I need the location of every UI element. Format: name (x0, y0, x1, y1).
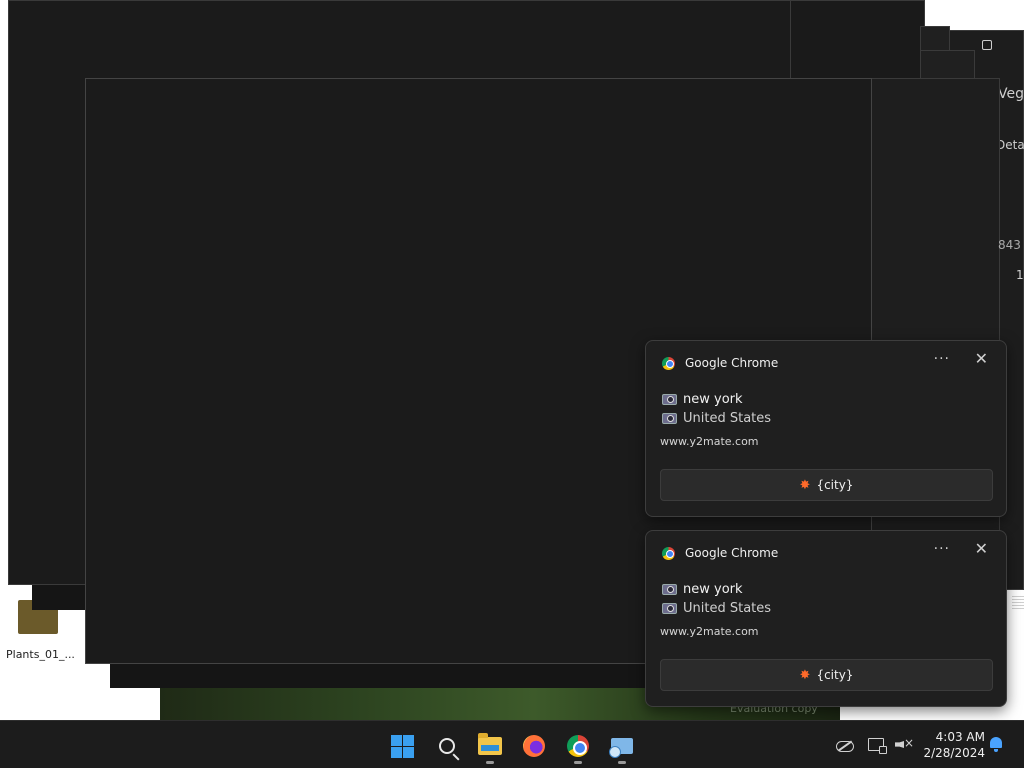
file-explorer-icon[interactable] (477, 733, 503, 759)
chrome-icon (662, 356, 675, 370)
running-indicator (574, 761, 582, 764)
background-window-top[interactable] (790, 0, 925, 80)
taskbar: 4:03 AM 2/28/2024 (0, 720, 1024, 768)
background-window-text: Vega (998, 86, 1024, 102)
chrome-icon (662, 546, 675, 560)
notification-action-button[interactable]: ✸ {city} (660, 469, 993, 501)
notification-action-label: {city} (816, 478, 854, 492)
chrome-glyph (567, 735, 589, 757)
window-shadow (32, 585, 92, 610)
notification-app-name: Google Chrome (685, 546, 779, 560)
notification-header: Google Chrome (662, 355, 778, 371)
desktop-icon-label[interactable]: Plants_01_... (6, 648, 75, 661)
clock-date: 2/28/2024 (923, 746, 985, 760)
notification-action-label: {city} (816, 668, 854, 682)
close-icon[interactable]: ✕ (975, 349, 988, 368)
chrome-notification[interactable]: Google Chrome ··· ✕ new york United Stat… (645, 530, 1007, 707)
background-window-text: 1 (1016, 268, 1024, 282)
notification-line: new york (662, 392, 743, 407)
notification-bell-icon[interactable] (989, 737, 1003, 752)
maximize-icon[interactable] (982, 40, 992, 50)
notification-title: new york (683, 582, 743, 597)
notification-header: Google Chrome (662, 545, 778, 561)
taskbar-clock[interactable]: 4:03 AM 2/28/2024 (921, 729, 985, 761)
notification-app-name: Google Chrome (685, 356, 779, 370)
notification-title: new york (683, 392, 743, 407)
notification-source-url: www.y2mate.com (660, 625, 759, 638)
camera-emoji-icon (662, 584, 677, 595)
network-icon[interactable] (868, 737, 887, 754)
firefox-glyph (523, 735, 545, 757)
notification-body: United States (683, 411, 772, 426)
background-window-text: 843 (998, 238, 1021, 252)
notification-line: new york (662, 582, 743, 597)
more-options-icon[interactable]: ··· (934, 351, 950, 367)
background-window-text: Detail (996, 138, 1024, 152)
start-icon-tile (391, 735, 402, 746)
start-icon[interactable] (389, 733, 415, 759)
more-options-icon[interactable]: ··· (934, 541, 950, 557)
window-shadow (110, 664, 670, 688)
chrome-notification[interactable]: Google Chrome ··· ✕ new york United Stat… (645, 340, 1007, 517)
onedrive-offline-icon[interactable] (836, 737, 854, 753)
burst-emoji-icon: ✸ (799, 667, 811, 683)
running-indicator (486, 761, 494, 764)
chrome-icon[interactable] (565, 733, 591, 759)
remote-desktop-glyph (609, 738, 633, 758)
notification-body: United States (683, 601, 772, 616)
notification-source-url: www.y2mate.com (660, 435, 759, 448)
search-icon[interactable] (434, 733, 460, 759)
remote-desktop-icon[interactable] (609, 733, 635, 759)
magnifier-glyph (439, 738, 455, 754)
start-icon-tile (403, 735, 414, 746)
notification-line: United States (662, 601, 771, 616)
list-view-icon[interactable] (1012, 596, 1024, 610)
folder-glyph (478, 733, 502, 755)
volume-muted-icon[interactable] (895, 736, 914, 753)
firefox-icon[interactable] (521, 733, 547, 759)
notification-action-button[interactable]: ✸ {city} (660, 659, 993, 691)
notification-line: United States (662, 411, 771, 426)
burst-emoji-icon: ✸ (799, 477, 811, 493)
clock-time: 4:03 AM (935, 730, 985, 744)
start-icon-tile (391, 747, 402, 758)
camera-emoji-icon (662, 603, 677, 614)
start-icon-tile (403, 747, 414, 758)
camera-emoji-icon (662, 413, 677, 424)
running-indicator (618, 761, 626, 764)
close-icon[interactable]: ✕ (975, 539, 988, 558)
camera-emoji-icon (662, 394, 677, 405)
